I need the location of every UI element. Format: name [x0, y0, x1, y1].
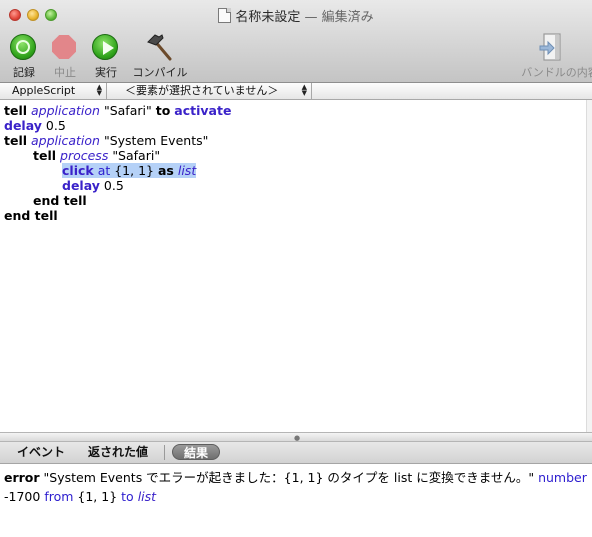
- language-popup[interactable]: AppleScript ▲ ▼: [0, 83, 107, 99]
- tab-divider: [164, 445, 165, 460]
- result-pane[interactable]: error "System Events でエラーが起きました：{1, 1} の…: [0, 464, 592, 537]
- bundle-label: バンドルの内容: [521, 66, 592, 79]
- results-tab-bar: イベント 返された値 結果: [0, 442, 592, 464]
- text-selection: click at {1, 1} as list: [62, 163, 197, 178]
- popup-arrows-icon: ▲ ▼: [96, 83, 102, 97]
- run-icon: [92, 34, 118, 60]
- document-name: 名称未設定: [235, 10, 301, 25]
- window-title: 名称未設定 — 編集済み: [0, 6, 592, 25]
- bundle-drawer-icon: [539, 33, 561, 61]
- record-icon: [10, 34, 36, 60]
- script-line-selected: click at {1, 1} as list: [62, 163, 197, 178]
- stop-icon: [52, 35, 76, 59]
- editor-scrollbar[interactable]: [586, 100, 592, 432]
- tab-returned-values[interactable]: 返された値: [88, 444, 148, 460]
- window-toolbar: 名称未設定 — 編集済み 記録 中止 実行 コンパイル バンドルの内容: [0, 0, 592, 83]
- language-value: AppleScript: [12, 84, 76, 97]
- result-line: error "System Events でエラーが起きました：{1, 1} の…: [4, 470, 587, 485]
- splitter-grip-icon: ●: [294, 434, 301, 442]
- script-line: delay 0.5: [4, 118, 66, 133]
- script-line: tell application "Safari" to activate: [4, 103, 232, 118]
- compile-label: コンパイル: [132, 66, 188, 79]
- edited-status: 編集済み: [321, 10, 374, 25]
- script-line: end tell: [33, 193, 87, 208]
- document-icon[interactable]: [218, 8, 232, 23]
- popup-arrows-icon: ▲ ▼: [301, 83, 307, 97]
- script-line: delay 0.5: [62, 178, 124, 193]
- pane-splitter[interactable]: ●: [0, 432, 592, 442]
- tab-events[interactable]: イベント: [17, 444, 65, 460]
- element-value: ＜要素が選択されていません＞: [125, 84, 279, 97]
- hammer-icon: [147, 34, 172, 61]
- title-separator: —: [304, 10, 318, 25]
- script-editor[interactable]: tell application "Safari" to activate de…: [0, 100, 586, 432]
- element-popup[interactable]: ＜要素が選択されていません＞ ▲ ▼: [107, 83, 312, 99]
- navigation-bar: AppleScript ▲ ▼ ＜要素が選択されていません＞ ▲ ▼: [0, 83, 592, 100]
- script-editor-window: 名称未設定 — 編集済み 記録 中止 実行 コンパイル バンドルの内容 Appl…: [0, 0, 592, 537]
- result-line: -1700 from {1, 1} to list: [4, 489, 157, 504]
- script-line: end tell: [4, 208, 58, 223]
- script-line: tell process "Safari": [33, 148, 161, 163]
- tab-result[interactable]: 結果: [172, 444, 220, 460]
- script-line: tell application "System Events": [4, 133, 209, 148]
